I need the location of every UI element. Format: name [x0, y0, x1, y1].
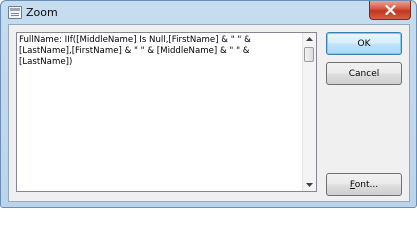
- ok-button[interactable]: OK: [326, 32, 402, 55]
- zoom-dialog: Zoom FullName: IIf([MiddleName] Is Null,…: [0, 0, 417, 208]
- scrollbar-thumb[interactable]: [304, 47, 314, 62]
- scroll-up-arrow-icon[interactable]: [306, 37, 313, 41]
- expression-text[interactable]: FullName: IIf([MiddleName] Is Null,[Firs…: [19, 35, 302, 189]
- close-button[interactable]: [369, 1, 411, 20]
- window-title: Zoom: [26, 6, 58, 19]
- expression-text-area[interactable]: FullName: IIf([MiddleName] Is Null,[Firs…: [16, 32, 317, 192]
- scroll-down-arrow-icon[interactable]: [306, 183, 313, 187]
- font-button-label: ont...: [354, 179, 379, 190]
- zoom-window-icon: [8, 6, 22, 19]
- vertical-scrollbar[interactable]: [302, 33, 316, 191]
- close-icon: [385, 5, 396, 15]
- font-button[interactable]: Font...: [326, 173, 402, 196]
- cancel-button[interactable]: Cancel: [326, 62, 402, 85]
- title-bar[interactable]: Zoom: [1, 1, 416, 23]
- dialog-body: FullName: IIf([MiddleName] Is Null,[Firs…: [8, 24, 410, 202]
